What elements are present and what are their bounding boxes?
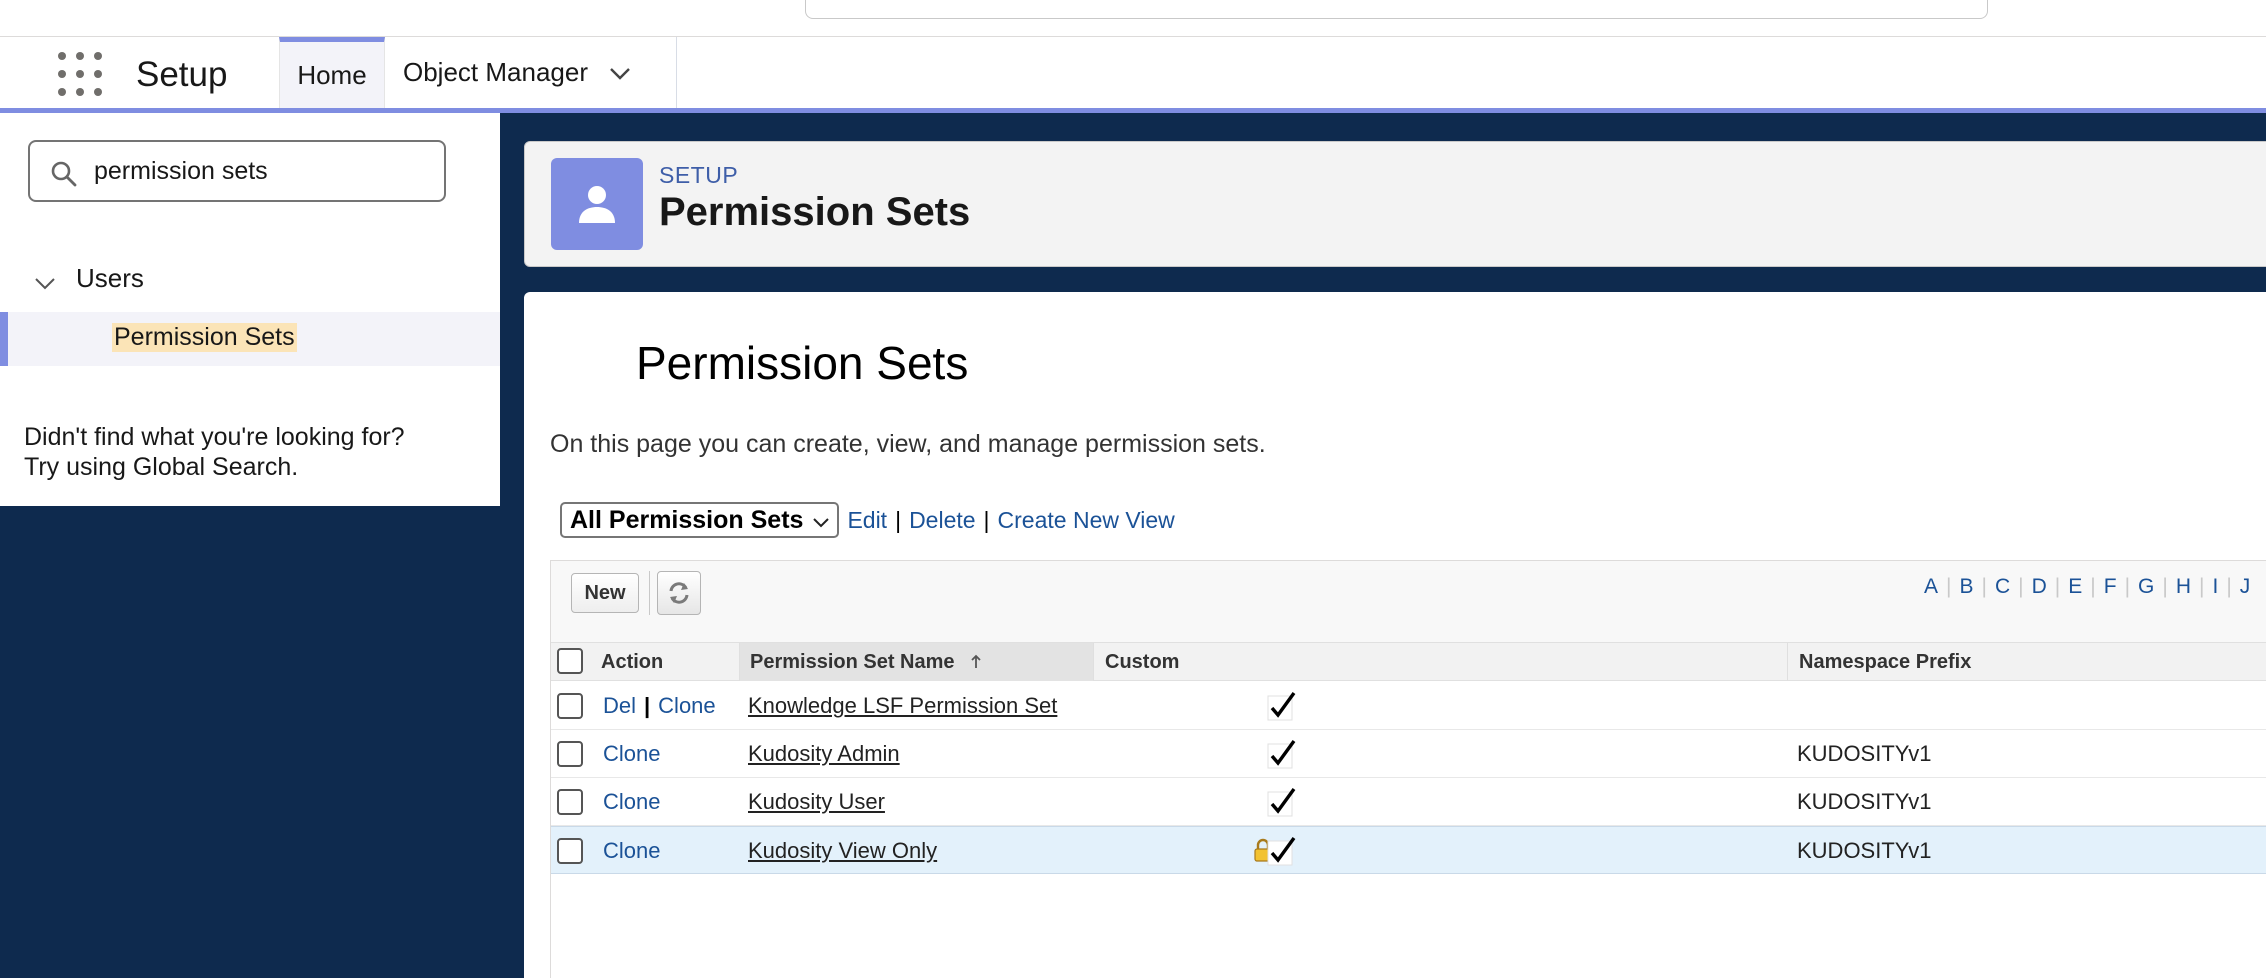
page-title: Permission Sets [659,190,971,234]
content-description: On this page you can create, view, and m… [550,430,1266,458]
row-checkbox[interactable] [557,693,583,719]
table-row: Clone Kudosity Admin KUDOSITYv1 [551,730,2266,778]
tree-node-permission-sets[interactable]: Permission Sets [0,312,500,366]
row-checkbox[interactable] [557,838,583,864]
namespace-prefix: KUDOSITYv1 [1797,838,1932,863]
checkmark-icon [1267,692,1296,721]
main-content: Permission Sets On this page you can cre… [524,292,2266,978]
alpha-f[interactable]: F [2096,575,2125,599]
row-actions: Clone [603,838,660,864]
clone-link[interactable]: Clone [603,741,660,767]
chevron-down-icon[interactable] [34,272,56,294]
tree-node-users[interactable]: Users [34,263,144,294]
row-actions: Del | Clone [603,693,716,719]
row-checkbox[interactable] [557,741,583,767]
alpha-c[interactable]: C [1987,575,2018,599]
row-checkbox[interactable] [557,789,583,815]
alphabet-filter: A | B | C | D | E | F | G | H | I | J [1916,575,2258,599]
app-name: Setup [136,55,228,94]
clone-link[interactable]: Clone [603,789,660,815]
view-select-value: All Permission Sets [570,505,804,534]
view-controls: All Permission Sets Edit | Delete | Crea… [560,502,1175,538]
column-header-name[interactable]: Permission Set Name [739,643,1093,681]
refresh-icon [669,582,689,604]
table-header: Action Permission Set Name Custom Namesp… [551,643,2266,681]
row-actions: Clone [603,741,660,767]
permission-sets-list: New A | B | C | D | E | F | G | H | I | J Action [550,560,2266,978]
table-row: Clone Kudosity User KUDOSITYv1 [551,778,2266,826]
clone-link[interactable]: Clone [658,693,715,719]
alpha-h[interactable]: H [2168,575,2199,599]
delete-view-link[interactable]: Delete [909,507,975,534]
permission-set-name-link[interactable]: Kudosity User [748,789,885,815]
row-actions: Clone [603,789,660,815]
tree-node-permission-sets-label: Permission Sets [112,323,297,352]
alpha-j[interactable]: J [2232,575,2259,599]
tree-node-users-label: Users [76,263,144,293]
separator: | [644,693,651,718]
view-select[interactable]: All Permission Sets [560,502,840,538]
permission-set-name-link[interactable]: Knowledge LSF Permission Set [748,693,1057,719]
chevron-down-icon[interactable] [608,61,632,85]
separator: | [983,506,990,533]
del-link[interactable]: Del [603,693,636,719]
column-header-action: Action [601,650,664,673]
alpha-g[interactable]: G [2130,575,2162,599]
sort-ascending-icon [970,654,981,668]
alpha-i[interactable]: I [2204,575,2226,599]
clone-link[interactable]: Clone [603,838,660,864]
separator: | [895,506,902,533]
page-header: SETUP Permission Sets [524,141,2266,267]
column-header-custom: Custom [1093,643,1445,681]
search-icon [51,161,77,187]
tab-object-manager-label: Object Manager [403,57,588,87]
column-header-namespace: Namespace Prefix [1787,643,2266,681]
header-eyebrow: SETUP [659,162,739,188]
alpha-d[interactable]: D [2024,575,2055,599]
namespace-prefix: KUDOSITYv1 [1797,741,1932,766]
edit-view-link[interactable]: Edit [847,507,887,534]
permission-set-name-link[interactable]: Kudosity Admin [748,741,900,767]
checkmark-icon [1267,837,1296,866]
permission-set-name-link[interactable]: Kudosity View Only [748,838,937,864]
new-button[interactable]: New [571,573,639,613]
content-title: Permission Sets [636,337,969,389]
alpha-a[interactable]: A [1916,575,1946,599]
select-all-checkbox[interactable] [557,648,583,674]
checkmark-icon [1267,788,1296,817]
list-toolbar: New A | B | C | D | E | F | G | H | I | J [551,561,2266,643]
checkmark-icon [1267,740,1296,769]
app-nav-bar: Setup Home Object Manager [0,37,2266,113]
not-found-hint: Didn't find what you're looking for? Try… [24,422,405,482]
column-header-name-label: Permission Set Name [750,650,955,673]
table-row: Clone Kudosity View Only KUDOSITYv1 [551,826,2266,874]
app-launcher-icon[interactable] [58,52,102,96]
quick-find-box[interactable] [28,140,446,202]
alpha-b[interactable]: B [1951,575,1981,599]
setup-sidebar: Users Permission Sets Didn't find what y… [0,113,500,506]
create-new-view-link[interactable]: Create New View [998,507,1175,534]
quick-find-input[interactable] [94,150,434,192]
table-row: Del | Clone Knowledge LSF Permission Set [551,682,2266,730]
refresh-button[interactable] [657,571,701,615]
not-found-line-2: Try using Global Search. [24,453,299,481]
not-found-line-1: Didn't find what you're looking for? [24,423,405,451]
toolbar-divider [649,571,650,615]
tab-home[interactable]: Home [279,37,385,108]
global-search-box[interactable] [805,0,1988,19]
namespace-prefix: KUDOSITYv1 [1797,789,1932,814]
chevron-down-icon [813,518,830,528]
global-header [0,0,2266,37]
alpha-e[interactable]: E [2060,575,2090,599]
tab-object-manager[interactable]: Object Manager [386,37,677,108]
user-icon [551,158,643,250]
tab-home-label: Home [297,59,367,90]
